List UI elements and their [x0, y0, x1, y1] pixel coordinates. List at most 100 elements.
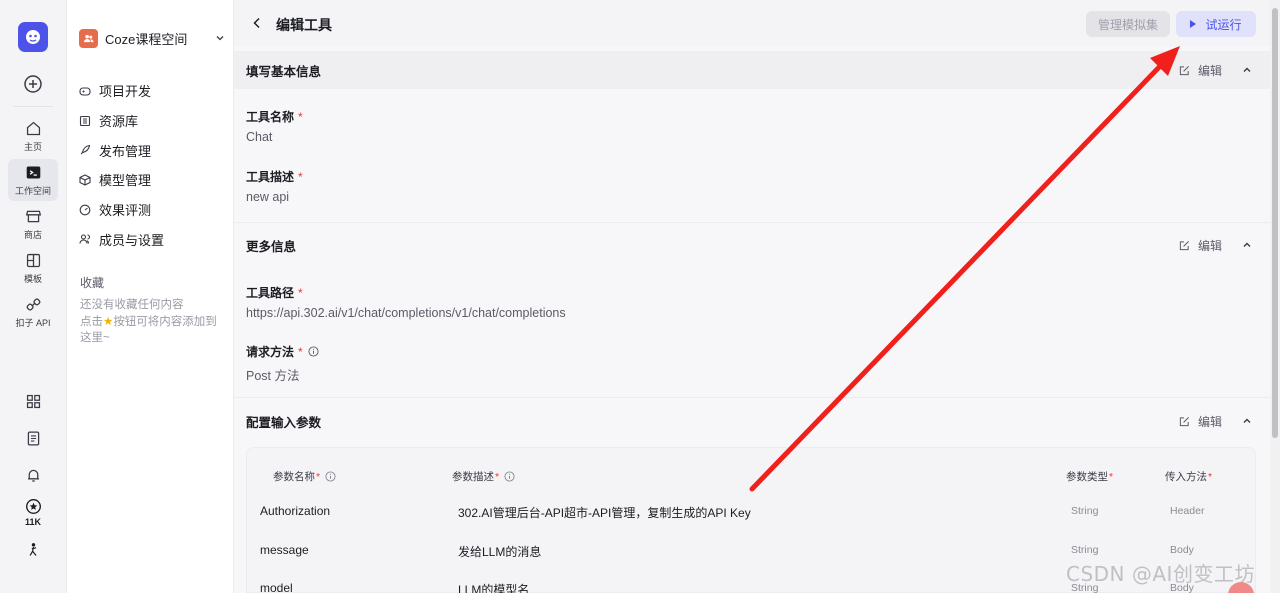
user-avatar[interactable] — [13, 531, 53, 567]
rail-item-template[interactable]: 模板 — [8, 247, 58, 289]
rail-label: 主页 — [23, 141, 42, 152]
rail-label: 扣子 API — [15, 317, 51, 328]
rail-label: 商店 — [23, 229, 42, 240]
rail-item-workspace[interactable]: 工作空间 — [8, 159, 58, 201]
info-icon[interactable] — [504, 471, 515, 482]
required-mark: * — [298, 344, 303, 359]
column-header-type: 参数类型 * — [1066, 469, 1113, 484]
manage-mock-set-button[interactable]: 管理模拟集 — [1086, 11, 1170, 37]
store-icon — [25, 210, 41, 222]
nav-item-models[interactable]: 模型管理 — [79, 165, 225, 195]
column-header-text: 参数类型 — [1066, 471, 1108, 483]
rail-divider — [13, 106, 53, 107]
required-mark: * — [298, 285, 303, 300]
section-input-params[interactable]: 配置输入参数 编辑 — [234, 402, 1270, 440]
bell-icon — [27, 469, 39, 482]
edit-more-button[interactable]: 编辑 — [1179, 237, 1222, 254]
section-basic-info[interactable]: 填写基本信息 编辑 — [234, 51, 1270, 89]
nav-label: 模型管理 — [99, 173, 152, 189]
required-mark: * — [298, 109, 303, 124]
rail-item-api[interactable]: 扣子 API — [8, 291, 58, 333]
document-icon — [27, 430, 39, 446]
rail-label: 工作空间 — [14, 185, 51, 196]
nav-label: 发布管理 — [99, 143, 152, 159]
add-icon[interactable] — [23, 74, 43, 94]
nav-label: 资源库 — [99, 114, 139, 130]
workspace-sidebar: Coze课程空间 项目开发 资源库 发布管理 模型管理 效果评测 成员与设置 收… — [66, 0, 234, 593]
param-type: String — [1071, 505, 1099, 517]
template-icon — [26, 253, 40, 267]
required-mark: * — [298, 169, 303, 184]
required-mark: * — [1109, 470, 1114, 483]
back-arrow-icon[interactable] — [251, 17, 263, 29]
param-method: Header — [1170, 505, 1205, 517]
editor-main: 编辑工具 管理模拟集 试运行 填写基本信息 编辑 工具名称 * Chat 工具描述… — [234, 0, 1270, 593]
nav-item-publish[interactable]: 发布管理 — [79, 135, 225, 165]
nav-label: 成员与设置 — [99, 232, 165, 248]
info-icon[interactable] — [325, 471, 336, 482]
info-icon[interactable] — [308, 346, 319, 357]
chevron-up-icon[interactable] — [1242, 416, 1252, 426]
required-mark: * — [1208, 470, 1213, 483]
docs-button[interactable] — [13, 420, 53, 456]
tool-path-label: 工具路径 * — [246, 284, 303, 301]
chevron-up-icon[interactable] — [1242, 65, 1252, 75]
star-count-button[interactable]: 11K — [13, 494, 53, 530]
gauge-icon — [79, 204, 91, 215]
param-desc: 302.AI管理后台-API超市-API管理，复制生成的API Key — [458, 506, 751, 520]
tool-path-value: https://api.302.ai/v1/chat/completions/v… — [246, 306, 566, 320]
rocket-icon — [80, 145, 91, 155]
param-desc: 发给LLM的消息 — [458, 545, 542, 559]
column-header-desc: 参数描述 * — [452, 469, 515, 484]
edit-label: 编辑 — [1197, 63, 1222, 78]
workspace-switcher[interactable]: Coze课程空间 — [79, 25, 225, 51]
api-icon — [26, 297, 40, 311]
nav-label: 效果评测 — [99, 203, 152, 219]
edit-basic-button[interactable]: 编辑 — [1179, 62, 1222, 79]
apps-button[interactable] — [13, 383, 53, 419]
required-mark: * — [495, 470, 500, 483]
edit-icon — [1179, 240, 1189, 250]
scrollbar-thumb[interactable] — [1272, 8, 1278, 438]
param-name: model — [260, 581, 293, 593]
nav-item-evaluation[interactable]: 效果评测 — [79, 195, 225, 225]
star-icon: ★ — [103, 315, 114, 328]
tool-desc-value: new api — [246, 190, 290, 204]
workspace-nav: 项目开发 资源库 发布管理 模型管理 效果评测 成员与设置 — [79, 76, 225, 254]
nav-item-library[interactable]: 资源库 — [79, 106, 225, 136]
chevron-down-icon — [216, 36, 224, 41]
edit-params-button[interactable]: 编辑 — [1179, 413, 1222, 430]
favorites-empty-line: 还没有收藏任何内容 — [80, 299, 184, 311]
cube-icon — [79, 174, 91, 186]
rail-bottom-tools: 11K — [0, 383, 66, 568]
notifications-button[interactable] — [13, 457, 53, 493]
nav-item-project-dev[interactable]: 项目开发 — [79, 76, 225, 106]
gamepad-icon — [79, 87, 91, 96]
chevron-up-icon[interactable] — [1242, 240, 1252, 250]
param-type: String — [1071, 544, 1099, 556]
request-method-value: Post 方法 — [246, 369, 300, 383]
star-badge-icon — [25, 498, 41, 514]
tool-desc-label-text: 工具描述 — [246, 170, 295, 184]
section-title: 填写基本信息 — [246, 64, 322, 79]
watermark: CSDN @AI创变工坊 — [1066, 562, 1255, 586]
rail-item-home[interactable]: 主页 — [8, 115, 58, 157]
section-divider — [234, 397, 1270, 398]
param-method: Body — [1170, 544, 1194, 556]
page-scrollbar[interactable] — [1270, 0, 1280, 593]
nav-item-members[interactable]: 成员与设置 — [79, 224, 225, 254]
test-run-button[interactable]: 试运行 — [1176, 11, 1256, 37]
section-more-info[interactable]: 更多信息 编辑 — [234, 226, 1270, 264]
edit-icon — [1179, 416, 1189, 426]
tool-desc-label: 工具描述 * — [246, 168, 303, 185]
favorites-title: 收藏 — [80, 276, 105, 290]
tool-name-label: 工具名称 * — [246, 108, 303, 125]
page-header: 编辑工具 管理模拟集 试运行 — [234, 0, 1270, 46]
coze-logo[interactable] — [18, 22, 48, 52]
param-name: message — [260, 543, 309, 557]
column-header-text: 传入方法 — [1165, 471, 1207, 483]
column-header-text: 参数描述 — [452, 471, 494, 483]
page-title: 编辑工具 — [276, 17, 332, 33]
request-method-label-text: 请求方法 — [246, 345, 295, 359]
rail-item-store[interactable]: 商店 — [8, 203, 58, 245]
